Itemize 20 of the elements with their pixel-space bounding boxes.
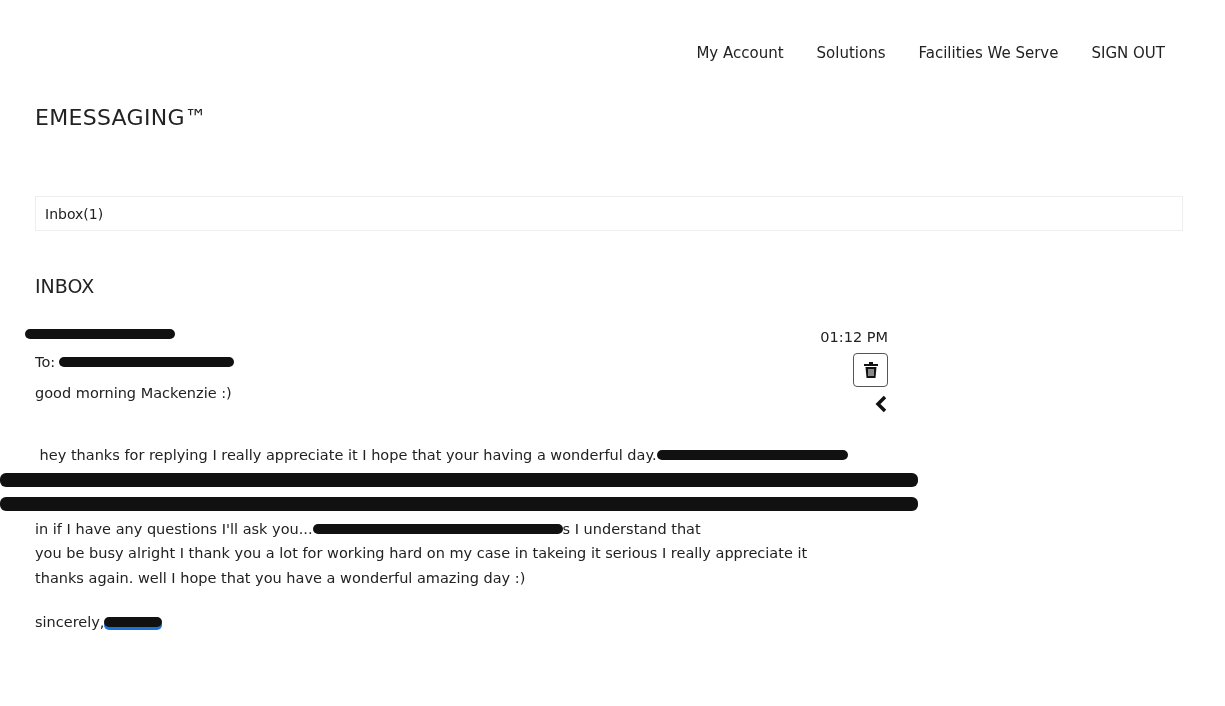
folder-tab[interactable]: Inbox(1) xyxy=(36,205,113,222)
nav-link[interactable]: SIGN OUT xyxy=(1091,44,1165,62)
message-text: in if I have any questions I'll ask you... xyxy=(35,520,313,537)
back-chevron-icon[interactable] xyxy=(874,395,888,413)
app-title: EMESSAGING™ xyxy=(35,105,209,130)
message-text: s I understand that xyxy=(562,520,701,537)
message-time: 01:12 PM xyxy=(820,329,888,345)
message-text: hey thanks for replying I really appreciate it I hope that your having a wonderful day. xyxy=(38,447,657,464)
to-label: To: xyxy=(35,354,56,370)
nav-link[interactable]: Solutions xyxy=(816,44,886,62)
delete-button[interactable] xyxy=(853,353,888,387)
message-greeting: good morning Mackenzie :) xyxy=(35,385,233,401)
nav-link[interactable]: My Account xyxy=(696,44,784,62)
nav-link[interactable]: Facilities We Serve xyxy=(918,44,1059,62)
message-text: you be busy alright I thank you a lot for working hard on my case in takeing it serious I really appreciate it xyxy=(35,545,808,562)
message-signoff: sincerely, xyxy=(35,614,105,630)
section-title: INBOX xyxy=(35,275,96,297)
message-text: thanks again. well I hope that you have a wonderful amazing day :) xyxy=(35,569,526,586)
trash-icon xyxy=(863,362,878,378)
redaction-mark xyxy=(104,617,163,627)
